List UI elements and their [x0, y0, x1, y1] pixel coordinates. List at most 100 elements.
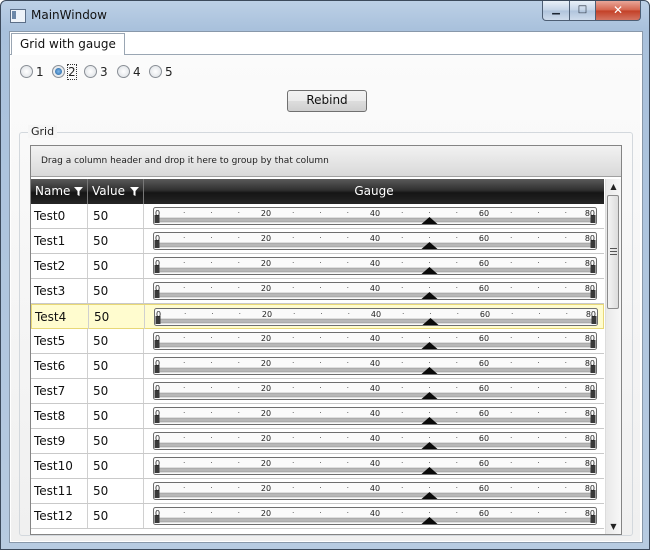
- data-grid: Drag a column header and drop it here to…: [30, 145, 622, 535]
- radio-circle-icon[interactable]: [117, 65, 130, 78]
- gauge-minor-tick: [565, 287, 567, 288]
- cell-gauge[interactable]: 0 20 40 60 80: [144, 254, 604, 278]
- filter-icon[interactable]: [130, 187, 139, 196]
- cell-gauge[interactable]: 0 20 40 60 80: [144, 279, 604, 303]
- cell-gauge[interactable]: 0 20 40 60 80: [144, 204, 604, 228]
- vertical-scrollbar[interactable]: ▲ ▼: [605, 179, 621, 534]
- radio-option[interactable]: 4: [117, 65, 141, 81]
- cell-value[interactable]: 50: [88, 229, 144, 253]
- scroll-thumb[interactable]: [607, 195, 619, 309]
- table-row[interactable]: Test5 50 0 20 40 60 80: [31, 329, 604, 354]
- cell-gauge[interactable]: 0 20 40 60 80: [144, 229, 604, 253]
- table-row[interactable]: Test8 50 0 20 40 60 80: [31, 404, 604, 429]
- gauge-tick-label: 0: [155, 209, 160, 218]
- gauge-minor-tick: [183, 287, 185, 288]
- cell-name[interactable]: Test2: [31, 254, 88, 278]
- gauge-tick-label: 40: [370, 259, 380, 268]
- table-row[interactable]: Test6 50 0 20 40 60 80: [31, 354, 604, 379]
- maximize-button[interactable]: □: [569, 1, 596, 21]
- cell-name[interactable]: Test7: [31, 379, 88, 403]
- cell-value[interactable]: 50: [88, 379, 144, 403]
- gauge-minor-tick: [238, 462, 240, 463]
- cell-value[interactable]: 50: [89, 305, 145, 329]
- cell-value[interactable]: 50: [88, 354, 144, 378]
- cell-name[interactable]: Test11: [31, 479, 88, 503]
- linear-gauge: 0 20 40 60 80: [153, 207, 597, 225]
- cell-name[interactable]: Test8: [31, 404, 88, 428]
- gauge-minor-tick: [510, 287, 512, 288]
- gauge-minor-tick: [429, 462, 430, 463]
- table-row[interactable]: Test3 50 0 20 40 60 80: [31, 279, 604, 304]
- gauge-tick-label: 20: [261, 384, 271, 393]
- column-header-gauge[interactable]: Gauge: [144, 179, 604, 204]
- radio-circle-icon[interactable]: [20, 65, 33, 78]
- scroll-up-button[interactable]: ▲: [606, 179, 621, 194]
- filter-icon[interactable]: [74, 187, 83, 196]
- cell-name[interactable]: Test6: [31, 354, 88, 378]
- cell-name[interactable]: Test0: [31, 204, 88, 228]
- close-button[interactable]: ✕: [595, 1, 641, 21]
- cell-name[interactable]: Test1: [31, 229, 88, 253]
- cell-name[interactable]: Test5: [31, 329, 88, 353]
- rebind-button[interactable]: Rebind: [287, 90, 367, 112]
- gauge-minor-tick: [429, 487, 430, 488]
- tab-grid-with-gauge[interactable]: Grid with gauge: [11, 33, 125, 55]
- cell-value[interactable]: 50: [88, 479, 144, 503]
- gauge-minor-tick: [347, 337, 349, 338]
- minimize-button[interactable]: ▁: [542, 1, 570, 21]
- cell-gauge[interactable]: 0 20 40 60 80: [144, 479, 604, 503]
- table-row[interactable]: Test4 50 0 20 40 60 80: [31, 304, 604, 329]
- radio-circle-icon[interactable]: [149, 65, 162, 78]
- gauge-minor-tick: [320, 262, 321, 263]
- gauge-track: [157, 318, 595, 324]
- cell-gauge[interactable]: 0 20 40 60 80: [144, 354, 604, 378]
- radio-option[interactable]: 3: [84, 65, 108, 81]
- gauge-minor-tick: [456, 262, 458, 263]
- cell-gauge[interactable]: 0 20 40 60 80: [144, 429, 604, 453]
- cell-gauge[interactable]: 0 20 40 60 80: [144, 379, 604, 403]
- cell-name[interactable]: Test9: [31, 429, 88, 453]
- cell-name[interactable]: Test4: [32, 305, 89, 329]
- table-row[interactable]: Test9 50 0 20 40 60 80: [31, 429, 604, 454]
- table-row[interactable]: Test2 50 0 20 40 60 80: [31, 254, 604, 279]
- table-row[interactable]: Test0 50 0 20 40 60 80: [31, 204, 604, 229]
- table-row[interactable]: Test1 50 0 20 40 60 80: [31, 229, 604, 254]
- cell-name[interactable]: Test10: [31, 454, 88, 478]
- cell-value[interactable]: 50: [88, 204, 144, 228]
- radio-option[interactable]: 5: [149, 65, 173, 81]
- title-bar[interactable]: MainWindow ▁ □ ✕: [1, 1, 649, 31]
- radio-circle-icon[interactable]: [84, 65, 97, 78]
- gauge-tick-label: 60: [479, 334, 489, 343]
- column-header-value[interactable]: Value: [88, 179, 144, 204]
- gauge-minor-tick: [320, 362, 321, 363]
- cell-value[interactable]: 50: [88, 279, 144, 303]
- radio-circle-icon[interactable]: [52, 65, 65, 78]
- column-header-name[interactable]: Name: [31, 179, 88, 204]
- cell-value[interactable]: 50: [88, 404, 144, 428]
- gauge-minor-tick: [292, 212, 294, 213]
- group-panel[interactable]: Drag a column header and drop it here to…: [31, 146, 621, 177]
- cell-gauge[interactable]: 0 20 40 60 80: [144, 454, 604, 478]
- radio-option[interactable]: 2: [52, 64, 77, 81]
- gauge-tick-label: 20: [261, 409, 271, 418]
- cell-value[interactable]: 50: [88, 454, 144, 478]
- table-row[interactable]: Test11 50 0 20 40 60 80: [31, 479, 604, 504]
- cell-name[interactable]: Test3: [31, 279, 88, 303]
- cell-name[interactable]: Test12: [31, 504, 88, 528]
- cell-gauge[interactable]: 0 20 40 60 80: [144, 404, 604, 428]
- cell-gauge[interactable]: 0 20 40 60 80: [145, 305, 604, 329]
- cell-value[interactable]: 50: [88, 254, 144, 278]
- table-row[interactable]: Test7 50 0 20 40 60 80: [31, 379, 604, 404]
- cell-gauge[interactable]: 0 20 40 60 80: [144, 329, 604, 353]
- gauge-tick-label: 80: [585, 384, 595, 393]
- gauge-minor-tick: [238, 237, 240, 238]
- scroll-down-button[interactable]: ▼: [606, 519, 621, 534]
- cell-value[interactable]: 50: [88, 329, 144, 353]
- cell-gauge[interactable]: 0 20 40 60 80: [144, 504, 604, 528]
- cell-value[interactable]: 50: [88, 429, 144, 453]
- groupbox-label: Grid: [28, 125, 58, 138]
- table-row[interactable]: Test10 50 0 20 40 60 80: [31, 454, 604, 479]
- radio-option[interactable]: 1: [20, 65, 44, 81]
- cell-value[interactable]: 50: [88, 504, 144, 528]
- table-row[interactable]: Test12 50 0 20 40 60 80: [31, 504, 604, 529]
